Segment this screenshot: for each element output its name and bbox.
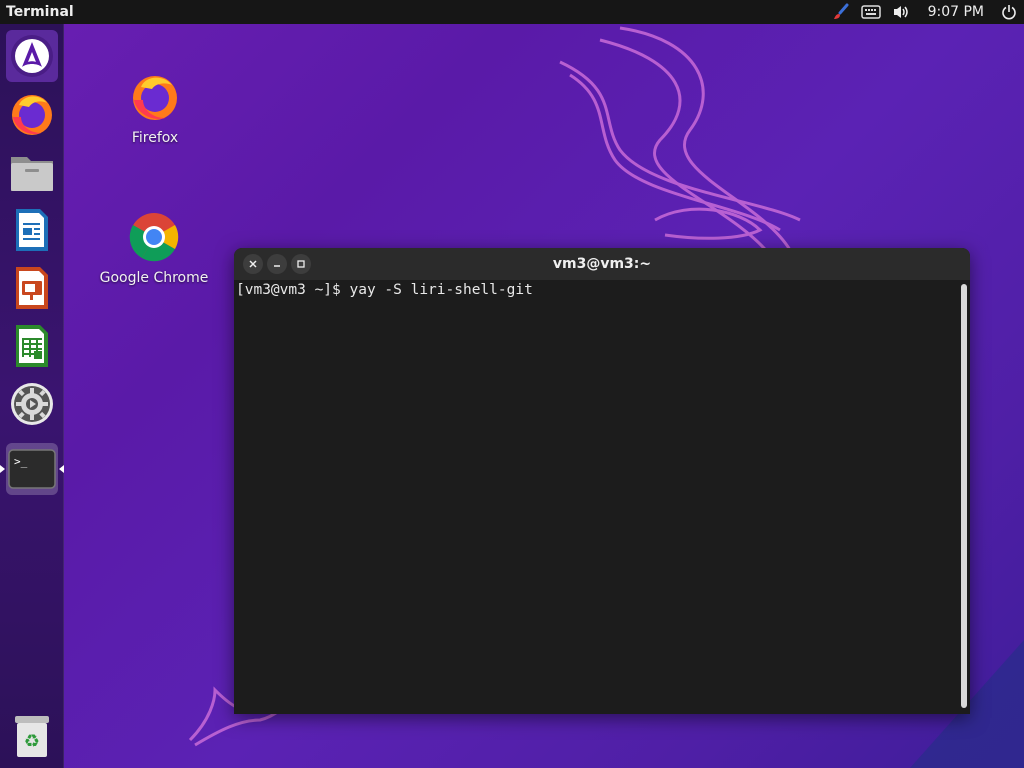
desktop-icon-label: Firefox [131,130,179,146]
window-title: vm3@vm3:~ [552,256,652,272]
system-tray: 9:07 PM [826,0,1024,24]
dock-trash[interactable]: ♻ [6,710,58,762]
terminal-window[interactable]: vm3@vm3:~ [vm3@vm3 ~]$ yay -S liri-shell… [234,248,970,714]
dock: >_ ♻ [0,24,64,768]
close-icon [249,260,257,268]
power-icon[interactable] [998,0,1020,24]
arch-launcher-button[interactable] [6,30,58,82]
terminal-icon: >_ [8,449,56,489]
terminal-scrollbar[interactable] [961,284,967,708]
volume-icon[interactable] [890,0,912,24]
terminal-titlebar[interactable]: vm3@vm3:~ [234,248,970,280]
libreoffice-writer-icon [16,209,48,251]
keyboard-icon[interactable] [860,0,882,24]
dock-impress[interactable] [6,262,58,314]
maximize-button[interactable] [291,254,311,274]
arch-logo-icon [11,35,53,77]
close-button[interactable] [243,254,263,274]
dock-firefox[interactable] [6,88,58,140]
dock-calc[interactable] [6,320,58,372]
svg-text:♻: ♻ [24,731,40,752]
dock-files[interactable] [6,146,58,198]
focused-indicator [59,465,64,473]
terminal-line: [vm3@vm3 ~]$ yay -S liri-shell-git [236,282,533,298]
firefox-icon [133,76,177,120]
clock[interactable]: 9:07 PM [928,4,984,20]
firefox-icon [12,95,52,135]
maximize-icon [297,260,305,268]
trash-icon: ♻ [15,716,49,757]
dock-writer[interactable] [6,204,58,256]
top-bar: Terminal 9:07 PM [0,0,1024,24]
gear-icon [11,383,53,425]
chrome-icon [129,213,179,262]
paintbrush-icon[interactable] [830,0,852,24]
folder-icon [11,157,53,191]
desktop-icon-firefox[interactable]: Firefox [100,72,210,146]
dock-settings[interactable] [6,378,58,430]
libreoffice-calc-icon [16,325,48,367]
minimize-button[interactable] [267,254,287,274]
running-indicator [0,465,5,473]
active-app-title[interactable]: Terminal [6,4,74,20]
libreoffice-impress-icon [16,267,48,309]
svg-text:>_: >_ [14,455,28,468]
dock-terminal[interactable]: >_ [6,443,58,495]
minimize-icon [274,265,280,267]
desktop-icon-chrome[interactable]: Google Chrome [99,212,209,286]
desktop-icon-label: Google Chrome [99,270,209,286]
terminal-output[interactable]: [vm3@vm3 ~]$ yay -S liri-shell-git [234,280,970,714]
